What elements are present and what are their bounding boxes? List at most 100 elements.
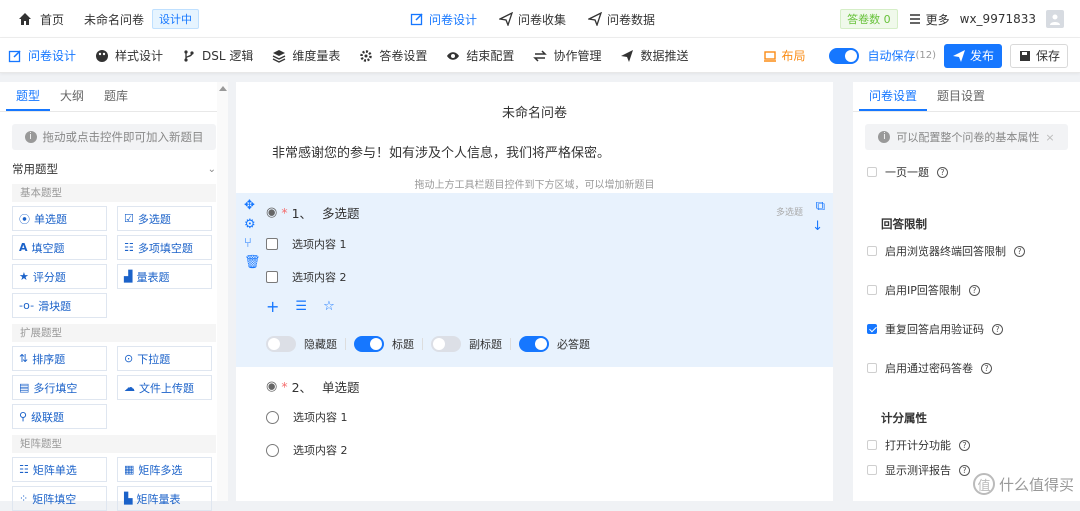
ctrl-scale[interactable]: ▟ 量表题 [117,264,212,289]
survey-description[interactable]: 非常感谢您的参与！如有涉及个人信息，我们将严格保密。 [272,142,610,161]
setting-ip-limit[interactable]: 启用IP回答限制 ? [867,282,980,298]
eye-icon[interactable]: ◉ [266,379,277,394]
left-scrollbar[interactable] [217,82,228,501]
checkbox[interactable] [266,271,278,283]
option-label[interactable]: 选项内容 1 [292,236,347,252]
nav-collect[interactable]: 问卷收集 [499,11,566,28]
checkbox[interactable] [867,465,877,475]
save-button[interactable]: 保存 [1010,43,1068,68]
help-icon[interactable]: ? [968,284,980,296]
tool-style-design[interactable]: 样式设计 [95,47,163,64]
checkbox[interactable] [867,246,877,256]
checkbox-checked[interactable] [867,324,877,334]
radio-button[interactable] [266,443,279,457]
help-icon[interactable]: ? [981,362,992,374]
setting-report[interactable]: 显示测评报告 ? [867,462,970,478]
help-icon[interactable]: ? [959,439,970,451]
toggle[interactable] [431,336,461,352]
list-icon[interactable]: ☰ [295,299,307,314]
arrow-down-icon[interactable]: ↓ [812,219,823,234]
option-row[interactable]: 选项内容 2 [266,442,348,458]
switch-required[interactable]: 必答题 [519,336,590,352]
close-icon[interactable]: × [1045,131,1054,144]
option-label[interactable]: 选项内容 2 [293,442,348,458]
question-card-1[interactable]: ✥ ⚙ ⑂ 🗑 ◉ * 1、 多选题 多选题 ⧉ ↓ 选项内容 1 选项内容 2… [236,193,833,367]
eye-icon[interactable]: ◉ [266,205,277,220]
switch-title[interactable]: 标题 [354,336,414,352]
toggle[interactable] [519,336,549,352]
ctrl-matrix-scale[interactable]: ▙ 矩阵量表 [117,486,212,511]
avatar[interactable] [1046,10,1064,28]
more-menu[interactable]: 更多 [908,11,950,28]
checkbox[interactable] [867,167,877,177]
option-row[interactable]: 选项内容 2 [266,269,347,285]
checkbox[interactable] [867,440,877,450]
ctrl-matrix-multi[interactable]: ▦ 矩阵多选 [117,457,212,482]
checkbox[interactable] [867,285,877,295]
toggle[interactable] [266,336,296,352]
ctrl-matrix-single[interactable]: ☷ 矩阵单选 [12,457,107,482]
help-icon[interactable]: ? [959,464,970,476]
checkbox[interactable] [266,238,278,250]
setting-browser-limit[interactable]: 启用浏览器终端回答限制 ? [867,243,1025,259]
toggle[interactable] [354,336,384,352]
home-icon[interactable] [18,12,32,26]
nav-design[interactable]: 问卷设计 [410,11,477,28]
setting-password[interactable]: 启用通过密码答卷 ? [867,360,992,376]
option-row[interactable]: 选项内容 1 [266,409,348,425]
tool-collaboration[interactable]: 协作管理 [533,47,601,64]
setting-captcha[interactable]: 重复回答启用验证码 ? [867,321,1003,337]
tool-end-config[interactable]: 结束配置 [446,47,514,64]
group-common[interactable]: 常用题型 ⌄ [12,158,216,180]
ctrl-sort[interactable]: ⇅ 排序题 [12,346,107,371]
username[interactable]: wx_9971833 [960,12,1036,26]
setting-score[interactable]: 打开计分功能 ? [867,437,970,453]
survey-title[interactable]: 未命名问卷 [236,102,833,121]
star-icon[interactable]: ☆ [323,299,335,314]
trash-icon[interactable]: 🗑 [244,256,261,269]
option-row[interactable]: 选项内容 1 [266,236,347,252]
ctrl-cascade[interactable]: ⚲ 级联题 [12,404,107,429]
question-card-2[interactable]: ◉ * 2、 单选题 选项内容 1 选项内容 2 [236,367,833,501]
switch-hidden[interactable]: 隐藏题 [266,336,337,352]
option-label[interactable]: 选项内容 1 [293,409,348,425]
question-title[interactable]: 多选题 [322,203,360,222]
nav-data[interactable]: 问卷数据 [588,11,655,28]
question-title[interactable]: 单选题 [322,377,360,396]
tool-data-push[interactable]: 数据推送 [620,47,688,64]
checkbox[interactable] [867,363,877,373]
tool-answer-settings[interactable]: 答卷设置 [359,47,427,64]
ctrl-fill-blank[interactable]: A 填空题 [12,235,107,260]
radio-button[interactable] [266,410,279,424]
tab-survey-settings[interactable]: 问卷设置 [859,81,928,111]
publish-button[interactable]: 发布 [944,43,1002,68]
gear-icon[interactable]: ⚙ [244,218,261,231]
copy-icon[interactable]: ⧉ [816,199,825,214]
help-icon[interactable]: ? [992,323,1003,335]
ctrl-matrix-fill[interactable]: ⁘ 矩阵填空 [12,486,107,511]
ctrl-file-upload[interactable]: ☁ 文件上传题 [117,375,212,400]
ctrl-multiline[interactable]: ▤ 多行填空 [12,375,107,400]
add-icon[interactable]: + [266,298,279,314]
tab-question-settings[interactable]: 题目设置 [927,81,995,111]
ctrl-single-choice[interactable]: ⦿ 单选题 [12,206,107,231]
ctrl-dropdown[interactable]: ⊙ 下拉题 [117,346,212,371]
ctrl-multi-choice[interactable]: ☑ 多选题 [117,206,212,231]
scroll-up-icon[interactable] [218,86,227,91]
tab-question-bank[interactable]: 题库 [94,81,138,111]
tab-outline[interactable]: 大纲 [50,81,94,111]
tab-question-types[interactable]: 题型 [6,81,51,111]
home-link[interactable]: 首页 [40,11,64,28]
layout-button[interactable]: 布局 [763,47,805,64]
switch-subtitle[interactable]: 副标题 [431,336,502,352]
ctrl-multi-fill[interactable]: ☷ 多项填空题 [117,235,212,260]
help-icon[interactable]: ? [1014,245,1025,257]
autosave-toggle[interactable] [829,47,860,64]
ctrl-slider[interactable]: -o- 滑块题 [12,293,107,318]
tool-dsl-logic[interactable]: DSL 逻辑 [182,47,253,64]
ctrl-rating[interactable]: ★ 评分题 [12,264,107,289]
help-icon[interactable]: ? [937,166,948,178]
setting-one-page[interactable]: 一页一题 ? [867,164,948,180]
tool-dimension-scale[interactable]: 维度量表 [272,47,340,64]
option-label[interactable]: 选项内容 2 [292,269,347,285]
